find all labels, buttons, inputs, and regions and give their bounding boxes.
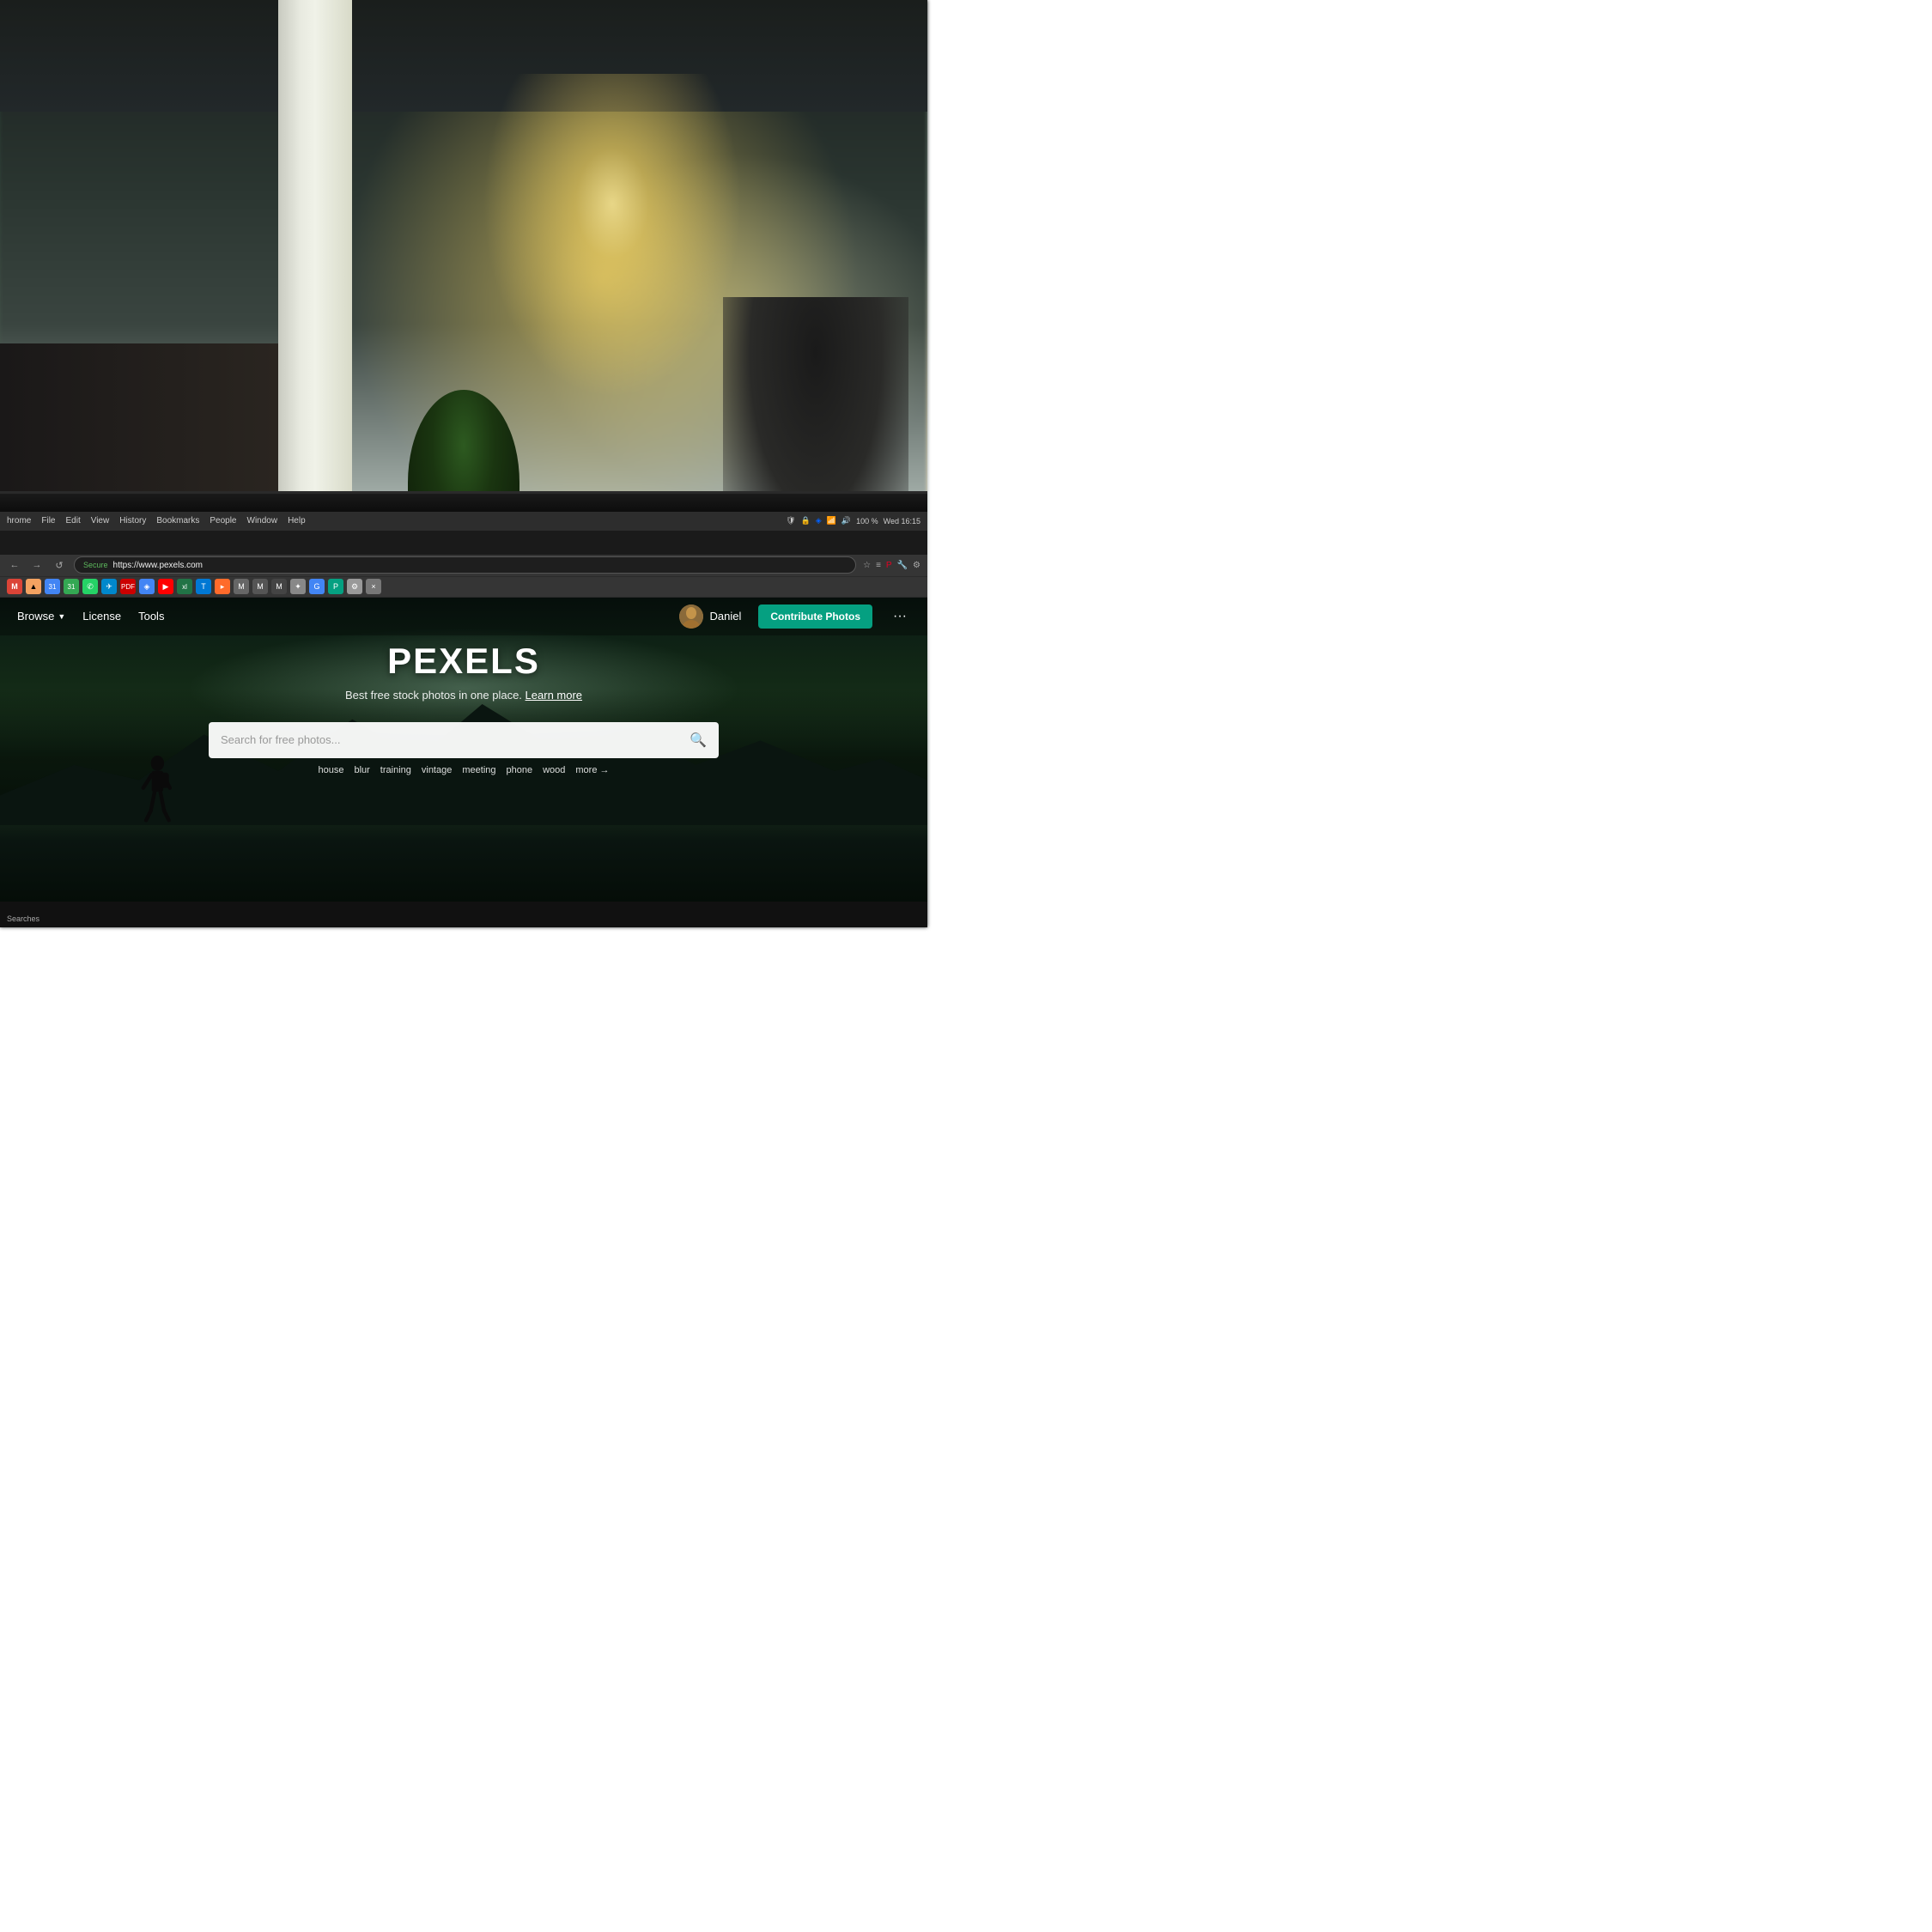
hero-subtitle: Best free stock photos in one place. Lea… xyxy=(17,689,910,702)
ext-icon-6[interactable]: M xyxy=(271,579,287,594)
monitor-bezel: hrome File Edit View History Bookmarks P… xyxy=(0,491,927,927)
menu-file[interactable]: File xyxy=(41,516,55,526)
battery-icon: 100 % xyxy=(856,517,878,526)
search-icon[interactable]: 🔍 xyxy=(690,732,707,749)
search-tags: house blur training vintage meeting phon… xyxy=(209,765,719,775)
secure-icon: Secure xyxy=(83,561,108,569)
chrome-menu: hrome File Edit View History Bookmarks P… xyxy=(7,516,306,526)
address-bar[interactable]: Secure https://www.pexels.com xyxy=(74,556,856,574)
menu-bookmarks[interactable]: Bookmarks xyxy=(156,516,199,526)
license-nav-item[interactable]: License xyxy=(82,610,121,623)
bottom-searches-label: Searches xyxy=(7,914,39,923)
extension-icon-1[interactable]: 🔧 xyxy=(897,561,908,570)
pinterest-icon[interactable]: P xyxy=(886,561,892,570)
bookmark-icon[interactable]: ☆ xyxy=(863,561,871,570)
chrome-ext1[interactable]: ◈ xyxy=(139,579,155,594)
pdf-icon[interactable]: PDF xyxy=(120,579,136,594)
telegram-icon[interactable]: ✈ xyxy=(101,579,117,594)
ext-icon-2[interactable]: T xyxy=(196,579,211,594)
tag-phone[interactable]: phone xyxy=(507,765,533,775)
search-container: Search for free photos... 🔍 house blur t… xyxy=(209,722,719,775)
menu-history[interactable]: History xyxy=(119,516,146,526)
site-title: PEXELS xyxy=(17,641,910,682)
tools-nav-item[interactable]: Tools xyxy=(138,610,164,623)
address-bar-row: ← → ↺ Secure https://www.pexels.com ☆ ≡ … xyxy=(0,555,927,577)
reload-button[interactable]: ↺ xyxy=(52,557,67,573)
extension-icon-2[interactable]: ⚙ xyxy=(913,561,920,570)
gcalendar2-icon[interactable]: 31 xyxy=(64,579,79,594)
menu-help[interactable]: Help xyxy=(288,516,306,526)
gcalendar-icon[interactable]: 31 xyxy=(45,579,60,594)
person-silhouette xyxy=(130,756,185,832)
whatsapp-icon[interactable]: ✆ xyxy=(82,579,98,594)
menu-edit[interactable]: Edit xyxy=(65,516,80,526)
excel-icon[interactable]: xl xyxy=(177,579,192,594)
user-menu[interactable]: Daniel xyxy=(679,605,742,629)
ext-icon-7[interactable]: ✦ xyxy=(290,579,306,594)
screen: hrome File Edit View History Bookmarks P… xyxy=(0,512,927,902)
tag-meeting[interactable]: meeting xyxy=(462,765,495,775)
website-content: Browse ▼ License Tools xyxy=(0,598,927,902)
back-button[interactable]: ← xyxy=(7,557,22,573)
ceiling xyxy=(0,0,927,112)
ext-icon-8[interactable]: G xyxy=(309,579,325,594)
tag-wood[interactable]: wood xyxy=(543,765,565,775)
wifi-icon: 📶 xyxy=(827,516,836,526)
settings-ext-icon[interactable]: ⚙ xyxy=(347,579,362,594)
chrome-os-bar: hrome File Edit View History Bookmarks P… xyxy=(0,512,927,531)
gmail-icon[interactable]: M xyxy=(7,579,22,594)
pexels-navbar: Browse ▼ License Tools xyxy=(0,598,927,635)
search-placeholder: Search for free photos... xyxy=(221,733,683,746)
window-glow xyxy=(483,74,742,398)
more-options-button[interactable]: ··· xyxy=(890,609,910,624)
pexels-ext-icon[interactable]: P xyxy=(328,579,343,594)
close-tab-icon[interactable]: × xyxy=(366,579,381,594)
browse-label: Browse xyxy=(17,610,54,623)
username-label: Daniel xyxy=(710,610,742,623)
gdrive-icon[interactable]: ▲ xyxy=(26,579,41,594)
ext-icon-3[interactable]: ▸ xyxy=(215,579,230,594)
tag-house[interactable]: house xyxy=(318,765,343,775)
browse-nav-item[interactable]: Browse ▼ xyxy=(17,610,65,623)
menu-people[interactable]: People xyxy=(210,516,236,526)
search-bar[interactable]: Search for free photos... 🔍 xyxy=(209,722,719,758)
chrome-system-icons: 🛡 🔒 ◈ 📶 🔊 100 % Wed 16:15 xyxy=(786,516,920,526)
hero-section: Browse ▼ License Tools xyxy=(0,598,927,902)
contribute-photos-button[interactable]: Contribute Photos xyxy=(758,605,872,629)
tag-training[interactable]: training xyxy=(380,765,411,775)
monitor-container: hrome File Edit View History Bookmarks P… xyxy=(0,491,927,927)
menu-chrome[interactable]: hrome xyxy=(7,516,31,526)
reader-icon[interactable]: ≡ xyxy=(876,561,881,570)
browser-right-icons: ☆ ≡ P 🔧 ⚙ xyxy=(863,561,920,570)
clock: Wed 16:15 xyxy=(884,517,920,526)
menu-view[interactable]: View xyxy=(91,516,110,526)
more-tags-link[interactable]: more → xyxy=(575,765,609,775)
tag-blur[interactable]: blur xyxy=(354,765,369,775)
subtitle-text: Best free stock photos in one place. xyxy=(345,689,522,702)
browse-dropdown-icon: ▼ xyxy=(58,612,65,621)
ext-icon-4[interactable]: M xyxy=(234,579,249,594)
extension-icons-bar: M ▲ 31 31 ✆ ✈ PDF xyxy=(0,577,927,598)
ext-icon-5[interactable]: M xyxy=(252,579,268,594)
vpn-icon: 🔒 xyxy=(801,516,811,526)
hero-title-area: PEXELS Best free stock photos in one pla… xyxy=(0,641,927,719)
dropbox-icon: ◈ xyxy=(816,516,822,526)
youtube-icon[interactable]: ▶ xyxy=(158,579,173,594)
learn-more-link[interactable]: Learn more xyxy=(526,689,582,702)
tag-vintage[interactable]: vintage xyxy=(422,765,452,775)
menu-window[interactable]: Window xyxy=(247,516,278,526)
volume-icon: 🔊 xyxy=(841,516,851,526)
url-text: https://www.pexels.com xyxy=(113,561,203,570)
user-avatar xyxy=(679,605,703,629)
shield-icon: 🛡 xyxy=(786,516,795,526)
forward-button[interactable]: → xyxy=(29,557,45,573)
